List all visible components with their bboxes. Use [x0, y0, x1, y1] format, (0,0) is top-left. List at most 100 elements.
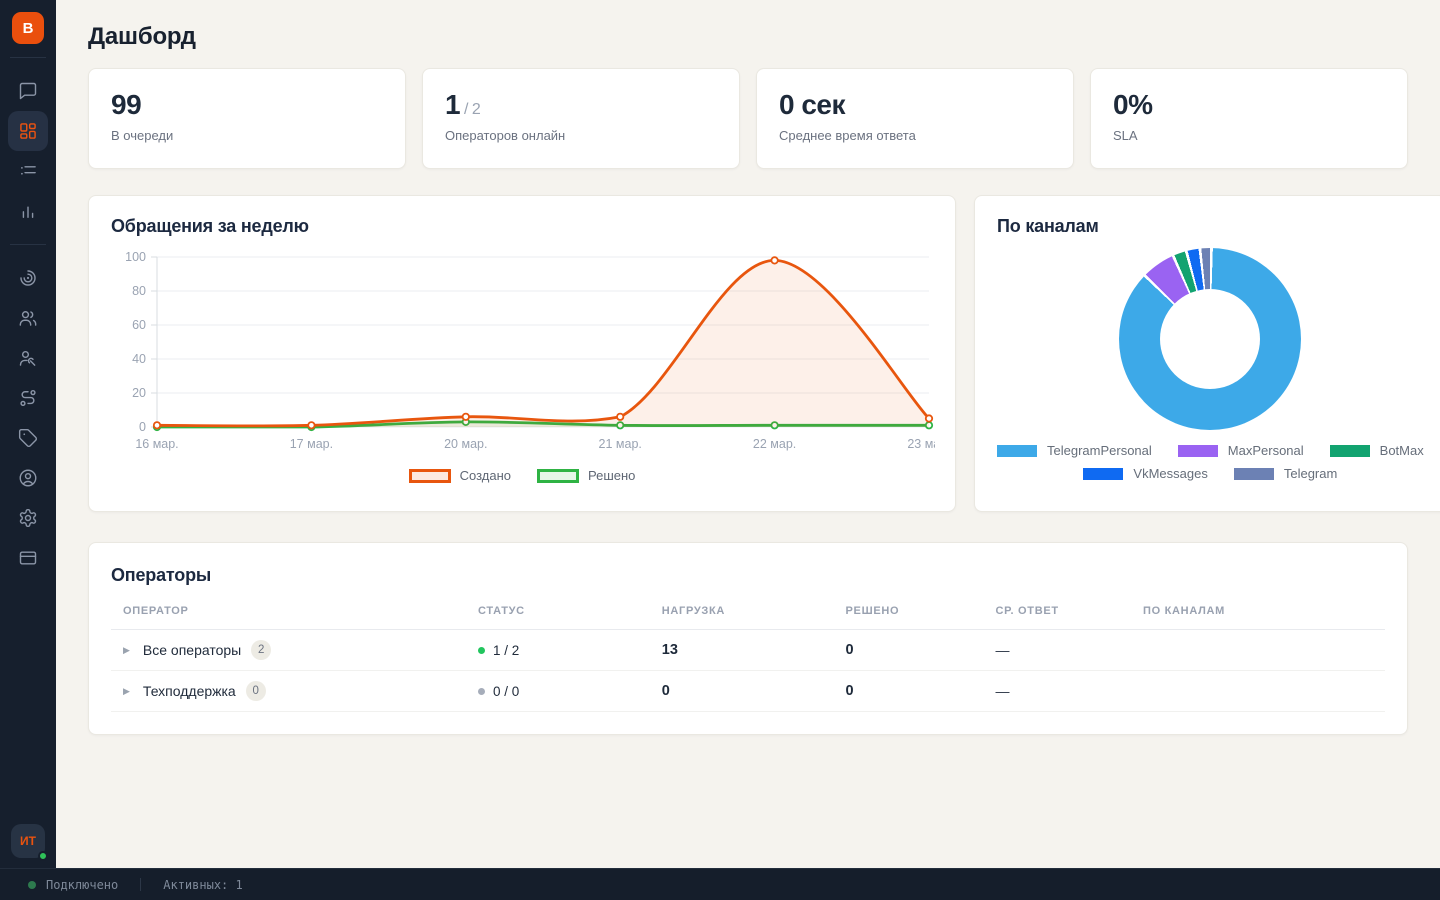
weekly-line-chart: 02040608010016 мар.17 мар.20 мар.21 мар.… — [111, 237, 933, 464]
stat-label: SLA — [1113, 128, 1385, 143]
avg-response-cell: — — [996, 642, 1144, 658]
legend-label: VkMessages — [1133, 466, 1207, 481]
statusbar-divider — [140, 878, 141, 891]
stats-icon — [18, 201, 38, 221]
expand-row-button[interactable]: ▶ — [123, 645, 130, 656]
sidebar-item-contacts[interactable] — [8, 458, 48, 498]
operators-title: Операторы — [111, 565, 1385, 586]
legend-item-Решено[interactable]: Решено — [537, 468, 635, 483]
broadcast-icon — [18, 268, 38, 288]
app-logo[interactable]: B — [12, 12, 44, 44]
sidebar-nav — [8, 71, 48, 578]
sidebar-item-panels[interactable] — [8, 538, 48, 578]
svg-text:60: 60 — [132, 318, 146, 332]
status-cell: 0 / 0 — [478, 684, 662, 699]
stat-card-3: 0% SLA — [1090, 68, 1408, 169]
page-title: Дашборд — [88, 23, 1408, 51]
load-cell: 13 — [662, 642, 846, 658]
legend-item-Создано[interactable]: Создано — [409, 468, 511, 483]
avg-response-cell: — — [996, 683, 1144, 699]
stat-value: 0% — [1113, 89, 1385, 121]
svg-text:20: 20 — [132, 386, 146, 400]
panels-icon — [18, 548, 38, 568]
sidebar-item-chat[interactable] — [8, 71, 48, 111]
stat-value: 99 — [111, 89, 383, 121]
stat-card-2: 0 секСреднее время ответа — [756, 68, 1074, 169]
legend-swatch — [409, 469, 451, 483]
sidebar-item-queue[interactable] — [8, 151, 48, 191]
dashboard-icon — [18, 121, 38, 141]
charts-row: Обращения за неделю 02040608010016 мар.1… — [88, 195, 1408, 512]
column-header: РЕШЕНО — [846, 605, 996, 617]
sidebar-item-routing[interactable] — [8, 378, 48, 418]
stat-label: Операторов онлайн — [445, 128, 717, 143]
channel-legend-Telegram[interactable]: Telegram — [1234, 466, 1337, 481]
svg-text:23 мар.: 23 мар. — [907, 437, 935, 451]
sidebar-item-team[interactable] — [8, 298, 48, 338]
weekly-chart-title: Обращения за неделю — [111, 216, 933, 237]
expand-row-button[interactable]: ▶ — [123, 686, 130, 697]
sidebar: B ИТ — [0, 0, 56, 868]
contacts-icon — [18, 468, 38, 488]
channels-chart-legend: TelegramPersonal MaxPersonal BotMax VkMessa… — [997, 443, 1424, 481]
stat-value: 1 / 2 — [445, 89, 717, 121]
team-icon — [18, 308, 38, 328]
legend-label: TelegramPersonal — [1047, 443, 1152, 458]
legend-swatch — [1083, 468, 1123, 480]
legend-swatch — [997, 445, 1037, 457]
channel-legend-TelegramPersonal[interactable]: TelegramPersonal — [997, 443, 1152, 458]
sidebar-item-tags[interactable] — [8, 418, 48, 458]
connection-status-dot — [28, 881, 36, 889]
operator-row: ▶Техподдержка00 / 000— — [111, 671, 1385, 712]
connection-status-text: Подключено — [46, 878, 118, 892]
svg-text:20 мар.: 20 мар. — [444, 437, 487, 451]
sidebar-divider — [10, 244, 46, 245]
weekly-chart-legend: Создано Решено — [111, 468, 933, 483]
active-count-text: Активных: 1 — [163, 878, 242, 892]
channels-donut-chart — [1119, 248, 1301, 430]
sidebar-item-agent[interactable] — [8, 338, 48, 378]
sidebar-item-broadcast[interactable] — [8, 258, 48, 298]
agent-icon — [18, 348, 38, 368]
legend-label: Решено — [588, 468, 635, 483]
settings-icon — [18, 508, 38, 528]
solved-cell: 0 — [846, 642, 996, 658]
tags-icon — [18, 428, 38, 448]
operator-count-badge: 0 — [246, 681, 266, 701]
sidebar-divider — [10, 57, 46, 58]
stat-label: В очереди — [111, 128, 383, 143]
legend-label: MaxPersonal — [1228, 443, 1304, 458]
app-root: B ИТ Дашборд 99 В очереди 1 / 2 Операторов … — [0, 0, 1440, 868]
legend-swatch — [1330, 445, 1370, 457]
offline-status-dot — [478, 688, 485, 695]
channel-legend-BotMax[interactable]: BotMax — [1330, 443, 1424, 458]
operators-card: Операторы ОПЕРАТОРСТАТУСНАГРУЗКАРЕШЕНОСР… — [88, 542, 1408, 735]
operator-name: Все операторы — [143, 642, 241, 658]
legend-label: Создано — [460, 468, 511, 483]
stats-row: 99 В очереди 1 / 2 Операторов онлайн 0 секСр… — [88, 68, 1408, 169]
main-content: Дашборд 99 В очереди 1 / 2 Операторов онлай… — [56, 0, 1440, 868]
operator-count-badge: 2 — [251, 640, 271, 660]
channel-legend-MaxPersonal[interactable]: MaxPersonal — [1178, 443, 1304, 458]
solved-cell: 0 — [846, 683, 996, 699]
user-initials: ИТ — [20, 834, 36, 848]
svg-text:21 мар.: 21 мар. — [599, 437, 642, 451]
svg-text:100: 100 — [125, 250, 146, 264]
sidebar-item-dashboard[interactable] — [8, 111, 48, 151]
status-cell: 1 / 2 — [478, 643, 662, 658]
user-avatar[interactable]: ИТ — [11, 824, 45, 858]
svg-text:16 мар.: 16 мар. — [135, 437, 178, 451]
legend-label: BotMax — [1380, 443, 1424, 458]
operators-table: ОПЕРАТОРСТАТУСНАГРУЗКАРЕШЕНОСР. ОТВЕТПО … — [111, 605, 1385, 712]
svg-text:22 мар.: 22 мар. — [753, 437, 796, 451]
operator-row: ▶ Все операторы 2 1 / 2130— — [111, 630, 1385, 671]
sidebar-item-settings[interactable] — [8, 498, 48, 538]
chat-icon — [18, 81, 38, 101]
svg-text:80: 80 — [132, 284, 146, 298]
weekly-requests-card: Обращения за неделю 02040608010016 мар.1… — [88, 195, 956, 512]
legend-label: Telegram — [1284, 466, 1337, 481]
column-header: СР. ОТВЕТ — [996, 605, 1144, 617]
stat-card-0: 99 В очереди — [88, 68, 406, 169]
sidebar-item-stats[interactable] — [8, 191, 48, 231]
channel-legend-VkMessages[interactable]: VkMessages — [1083, 466, 1207, 481]
